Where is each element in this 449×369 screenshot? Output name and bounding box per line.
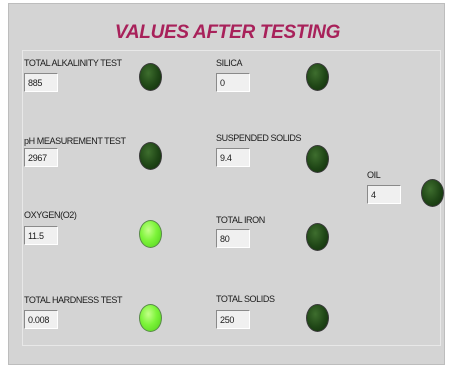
- value-field-total-hardness[interactable]: 0.008: [24, 310, 58, 329]
- indicator-led-total-iron: [306, 223, 329, 251]
- indicator-led-suspended-solids: [306, 145, 329, 173]
- value-field-oxygen[interactable]: 11.5: [24, 226, 58, 245]
- value-field-ph-measurement[interactable]: 2967: [24, 148, 58, 167]
- value-field-oil[interactable]: 4: [367, 185, 401, 204]
- value-field-total-solids[interactable]: 250: [216, 310, 250, 329]
- test-label-oxygen: OXYGEN(O2): [24, 210, 77, 220]
- indicator-led-oil: [421, 179, 444, 207]
- test-label-total-solids: TOTAL SOLIDS: [216, 294, 275, 304]
- indicator-led-silica: [306, 63, 329, 91]
- test-label-total-alkalinity: TOTAL ALKALINITY TEST: [24, 58, 122, 68]
- indicator-led-total-alkalinity: [139, 63, 162, 91]
- test-label-silica: SILICA: [216, 58, 243, 68]
- panel-title: VALUES AFTER TESTING: [114, 22, 341, 43]
- test-label-total-hardness: TOTAL HARDNESS TEST: [24, 295, 123, 305]
- indicator-led-total-solids: [306, 304, 329, 332]
- indicator-led-ph-measurement: [139, 142, 162, 170]
- value-field-silica[interactable]: 0: [216, 73, 250, 92]
- test-label-suspended-solids: SUSPENDED SOLIDS: [216, 133, 302, 143]
- value-field-total-iron[interactable]: 80: [216, 229, 250, 248]
- value-field-suspended-solids[interactable]: 9.4: [216, 148, 250, 167]
- test-label-total-iron: TOTAL IRON: [216, 215, 265, 225]
- test-label-oil: OIL: [367, 170, 381, 180]
- test-label-ph-measurement: pH MEASUREMENT TEST: [24, 136, 126, 146]
- value-field-total-alkalinity[interactable]: 885: [24, 73, 58, 92]
- indicator-led-total-hardness: [139, 304, 162, 332]
- indicator-led-oxygen: [139, 220, 162, 248]
